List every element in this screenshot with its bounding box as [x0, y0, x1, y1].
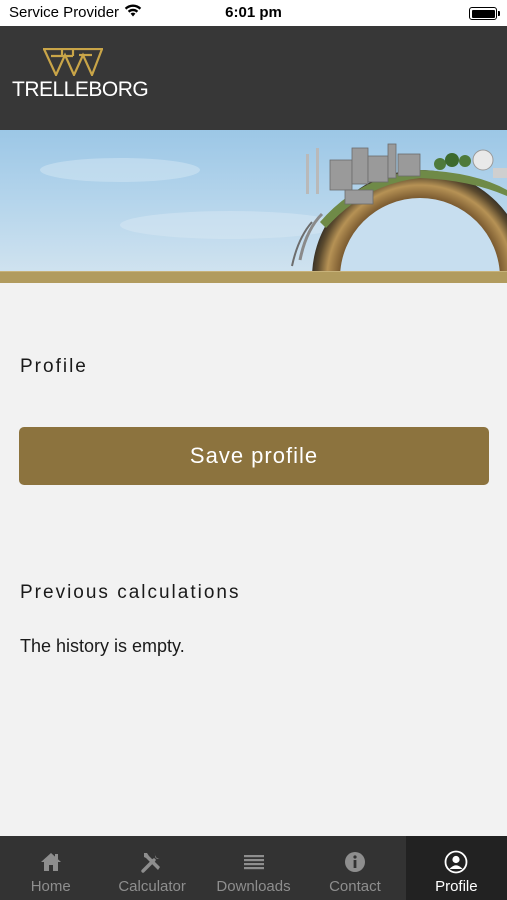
history-empty-message: The history is empty. [20, 636, 185, 656]
trelleborg-logo[interactable]: TRELLEBORG [12, 48, 149, 104]
tab-calculator[interactable]: Calculator [101, 836, 202, 900]
logo-mark-icon [43, 48, 104, 76]
tab-home-label: Home [30, 878, 71, 895]
tab-home[interactable]: Home [0, 836, 101, 900]
profile-title: Profile [20, 356, 88, 377]
battery-icon [469, 7, 500, 20]
tab-downloads-label: Downloads [216, 878, 291, 895]
planet-illustration [40, 143, 507, 271]
info-icon [343, 850, 367, 874]
clock: 6:01 pm [225, 4, 282, 21]
user-icon [444, 850, 468, 874]
list-icon [242, 850, 266, 874]
banner-divider [0, 271, 507, 283]
tab-bar: Home Calculator Downloads Contact Profil… [0, 836, 507, 900]
home-icon [39, 850, 63, 874]
tools-icon [140, 850, 164, 874]
status-bar: Service Provider 6:01 pm [0, 0, 507, 26]
tab-downloads[interactable]: Downloads [203, 836, 304, 900]
tab-calculator-label: Calculator [118, 878, 186, 895]
tab-contact[interactable]: Contact [304, 836, 405, 900]
previous-calculations-title: Previous calculations [20, 582, 241, 603]
save-profile-button[interactable]: Save profile [19, 427, 489, 485]
app-header: TRELLEBORG [0, 26, 507, 130]
tab-contact-label: Contact [329, 878, 381, 895]
tab-profile-label: Profile [435, 878, 478, 895]
brand-name: TRELLEBORG [12, 78, 149, 101]
hero-banner [0, 130, 507, 271]
tab-profile[interactable]: Profile [405, 836, 507, 900]
